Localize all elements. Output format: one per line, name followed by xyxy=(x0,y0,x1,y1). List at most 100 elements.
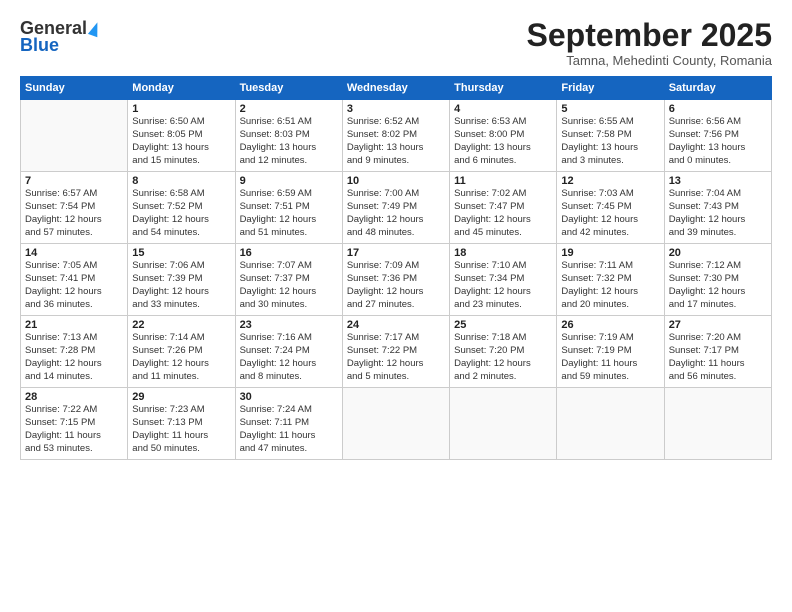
day-number: 18 xyxy=(454,247,552,259)
day-info: Sunrise: 7:03 AM Sunset: 7:45 PM Dayligh… xyxy=(561,188,659,239)
logo-blue: Blue xyxy=(20,35,59,56)
day-info: Sunrise: 7:14 AM Sunset: 7:26 PM Dayligh… xyxy=(132,332,230,383)
calendar-cell: 2Sunrise: 6:51 AM Sunset: 8:03 PM Daylig… xyxy=(235,100,342,172)
day-number: 15 xyxy=(132,247,230,259)
calendar-cell: 9Sunrise: 6:59 AM Sunset: 7:51 PM Daylig… xyxy=(235,172,342,244)
day-number: 29 xyxy=(132,391,230,403)
weekday-header: Monday xyxy=(128,77,235,100)
weekday-header: Tuesday xyxy=(235,77,342,100)
day-info: Sunrise: 6:53 AM Sunset: 8:00 PM Dayligh… xyxy=(454,116,552,167)
page: General Blue September 2025 Tamna, Mehed… xyxy=(0,0,792,612)
day-info: Sunrise: 7:24 AM Sunset: 7:11 PM Dayligh… xyxy=(240,404,338,455)
calendar-cell: 26Sunrise: 7:19 AM Sunset: 7:19 PM Dayli… xyxy=(557,316,664,388)
day-number: 20 xyxy=(669,247,767,259)
logo-triangle-icon xyxy=(88,20,102,37)
day-info: Sunrise: 6:57 AM Sunset: 7:54 PM Dayligh… xyxy=(25,188,123,239)
calendar-cell: 20Sunrise: 7:12 AM Sunset: 7:30 PM Dayli… xyxy=(664,244,771,316)
calendar-cell: 28Sunrise: 7:22 AM Sunset: 7:15 PM Dayli… xyxy=(21,388,128,460)
calendar-week-row: 21Sunrise: 7:13 AM Sunset: 7:28 PM Dayli… xyxy=(21,316,772,388)
calendar-week-row: 14Sunrise: 7:05 AM Sunset: 7:41 PM Dayli… xyxy=(21,244,772,316)
logo: General Blue xyxy=(20,18,101,56)
day-number: 17 xyxy=(347,247,445,259)
calendar-cell: 8Sunrise: 6:58 AM Sunset: 7:52 PM Daylig… xyxy=(128,172,235,244)
day-number: 3 xyxy=(347,103,445,115)
calendar-cell: 13Sunrise: 7:04 AM Sunset: 7:43 PM Dayli… xyxy=(664,172,771,244)
calendar-cell: 7Sunrise: 6:57 AM Sunset: 7:54 PM Daylig… xyxy=(21,172,128,244)
day-info: Sunrise: 7:12 AM Sunset: 7:30 PM Dayligh… xyxy=(669,260,767,311)
day-number: 11 xyxy=(454,175,552,187)
calendar-cell: 14Sunrise: 7:05 AM Sunset: 7:41 PM Dayli… xyxy=(21,244,128,316)
day-info: Sunrise: 7:00 AM Sunset: 7:49 PM Dayligh… xyxy=(347,188,445,239)
day-number: 26 xyxy=(561,319,659,331)
month-title: September 2025 xyxy=(527,18,772,53)
calendar-cell xyxy=(557,388,664,460)
day-info: Sunrise: 7:11 AM Sunset: 7:32 PM Dayligh… xyxy=(561,260,659,311)
day-info: Sunrise: 7:07 AM Sunset: 7:37 PM Dayligh… xyxy=(240,260,338,311)
calendar-week-row: 28Sunrise: 7:22 AM Sunset: 7:15 PM Dayli… xyxy=(21,388,772,460)
day-info: Sunrise: 7:13 AM Sunset: 7:28 PM Dayligh… xyxy=(25,332,123,383)
day-info: Sunrise: 7:05 AM Sunset: 7:41 PM Dayligh… xyxy=(25,260,123,311)
day-number: 6 xyxy=(669,103,767,115)
calendar-cell: 3Sunrise: 6:52 AM Sunset: 8:02 PM Daylig… xyxy=(342,100,449,172)
weekday-header: Friday xyxy=(557,77,664,100)
calendar-week-row: 1Sunrise: 6:50 AM Sunset: 8:05 PM Daylig… xyxy=(21,100,772,172)
day-info: Sunrise: 7:10 AM Sunset: 7:34 PM Dayligh… xyxy=(454,260,552,311)
calendar-cell: 29Sunrise: 7:23 AM Sunset: 7:13 PM Dayli… xyxy=(128,388,235,460)
calendar-cell: 27Sunrise: 7:20 AM Sunset: 7:17 PM Dayli… xyxy=(664,316,771,388)
day-info: Sunrise: 7:19 AM Sunset: 7:19 PM Dayligh… xyxy=(561,332,659,383)
header: General Blue September 2025 Tamna, Mehed… xyxy=(20,18,772,68)
day-number: 23 xyxy=(240,319,338,331)
calendar-cell: 1Sunrise: 6:50 AM Sunset: 8:05 PM Daylig… xyxy=(128,100,235,172)
day-info: Sunrise: 6:58 AM Sunset: 7:52 PM Dayligh… xyxy=(132,188,230,239)
day-number: 12 xyxy=(561,175,659,187)
calendar-cell: 5Sunrise: 6:55 AM Sunset: 7:58 PM Daylig… xyxy=(557,100,664,172)
day-number: 28 xyxy=(25,391,123,403)
day-info: Sunrise: 7:04 AM Sunset: 7:43 PM Dayligh… xyxy=(669,188,767,239)
day-number: 14 xyxy=(25,247,123,259)
calendar-cell: 30Sunrise: 7:24 AM Sunset: 7:11 PM Dayli… xyxy=(235,388,342,460)
calendar-cell: 11Sunrise: 7:02 AM Sunset: 7:47 PM Dayli… xyxy=(450,172,557,244)
day-info: Sunrise: 6:59 AM Sunset: 7:51 PM Dayligh… xyxy=(240,188,338,239)
day-number: 4 xyxy=(454,103,552,115)
title-section: September 2025 Tamna, Mehedinti County, … xyxy=(527,18,772,68)
day-info: Sunrise: 7:17 AM Sunset: 7:22 PM Dayligh… xyxy=(347,332,445,383)
day-number: 10 xyxy=(347,175,445,187)
day-info: Sunrise: 6:55 AM Sunset: 7:58 PM Dayligh… xyxy=(561,116,659,167)
calendar-cell: 16Sunrise: 7:07 AM Sunset: 7:37 PM Dayli… xyxy=(235,244,342,316)
day-number: 7 xyxy=(25,175,123,187)
weekday-header: Saturday xyxy=(664,77,771,100)
day-number: 1 xyxy=(132,103,230,115)
calendar-cell: 12Sunrise: 7:03 AM Sunset: 7:45 PM Dayli… xyxy=(557,172,664,244)
day-info: Sunrise: 7:09 AM Sunset: 7:36 PM Dayligh… xyxy=(347,260,445,311)
calendar-cell: 10Sunrise: 7:00 AM Sunset: 7:49 PM Dayli… xyxy=(342,172,449,244)
calendar-week-row: 7Sunrise: 6:57 AM Sunset: 7:54 PM Daylig… xyxy=(21,172,772,244)
day-info: Sunrise: 7:20 AM Sunset: 7:17 PM Dayligh… xyxy=(669,332,767,383)
calendar-header-row: SundayMondayTuesdayWednesdayThursdayFrid… xyxy=(21,77,772,100)
day-info: Sunrise: 7:02 AM Sunset: 7:47 PM Dayligh… xyxy=(454,188,552,239)
calendar-cell xyxy=(342,388,449,460)
calendar-cell: 4Sunrise: 6:53 AM Sunset: 8:00 PM Daylig… xyxy=(450,100,557,172)
day-number: 9 xyxy=(240,175,338,187)
day-info: Sunrise: 6:56 AM Sunset: 7:56 PM Dayligh… xyxy=(669,116,767,167)
calendar-cell: 25Sunrise: 7:18 AM Sunset: 7:20 PM Dayli… xyxy=(450,316,557,388)
day-info: Sunrise: 7:06 AM Sunset: 7:39 PM Dayligh… xyxy=(132,260,230,311)
day-number: 21 xyxy=(25,319,123,331)
calendar-cell: 15Sunrise: 7:06 AM Sunset: 7:39 PM Dayli… xyxy=(128,244,235,316)
day-number: 30 xyxy=(240,391,338,403)
calendar-cell: 24Sunrise: 7:17 AM Sunset: 7:22 PM Dayli… xyxy=(342,316,449,388)
calendar-cell: 23Sunrise: 7:16 AM Sunset: 7:24 PM Dayli… xyxy=(235,316,342,388)
location: Tamna, Mehedinti County, Romania xyxy=(527,53,772,68)
day-number: 19 xyxy=(561,247,659,259)
calendar-cell: 17Sunrise: 7:09 AM Sunset: 7:36 PM Dayli… xyxy=(342,244,449,316)
calendar-cell: 21Sunrise: 7:13 AM Sunset: 7:28 PM Dayli… xyxy=(21,316,128,388)
weekday-header: Wednesday xyxy=(342,77,449,100)
day-number: 2 xyxy=(240,103,338,115)
calendar-cell: 22Sunrise: 7:14 AM Sunset: 7:26 PM Dayli… xyxy=(128,316,235,388)
calendar-cell: 6Sunrise: 6:56 AM Sunset: 7:56 PM Daylig… xyxy=(664,100,771,172)
day-number: 27 xyxy=(669,319,767,331)
day-info: Sunrise: 7:16 AM Sunset: 7:24 PM Dayligh… xyxy=(240,332,338,383)
calendar-cell: 19Sunrise: 7:11 AM Sunset: 7:32 PM Dayli… xyxy=(557,244,664,316)
day-info: Sunrise: 7:23 AM Sunset: 7:13 PM Dayligh… xyxy=(132,404,230,455)
day-info: Sunrise: 7:22 AM Sunset: 7:15 PM Dayligh… xyxy=(25,404,123,455)
day-number: 16 xyxy=(240,247,338,259)
